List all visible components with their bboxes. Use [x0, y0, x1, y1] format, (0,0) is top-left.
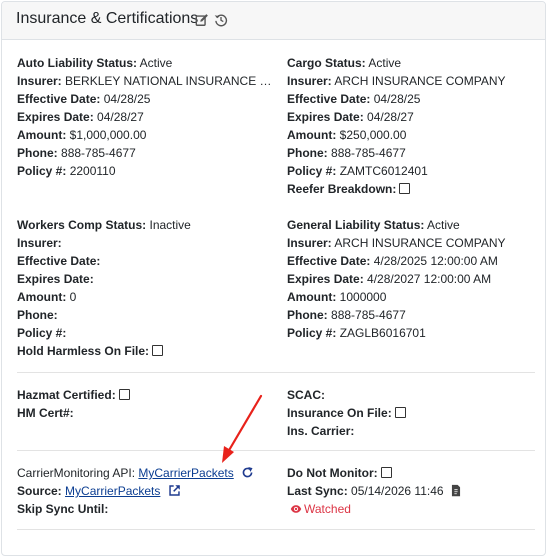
monitoring-section: CarrierMonitoring API: MyCarrierPackets …	[17, 464, 277, 518]
cargo-status-value: Active	[368, 56, 402, 70]
carrier-monitoring-api-row: CarrierMonitoring API: MyCarrierPackets	[17, 464, 277, 482]
workers-comp-section: Workers Comp Status: Inactive Insurer: E…	[17, 216, 277, 360]
auto-expires-value: 04/28/27	[97, 110, 144, 124]
auto-policy-row: Policy #: 2200110	[17, 164, 116, 178]
last-sync-row: Last Sync: 05/14/2026 11:46	[287, 482, 547, 500]
auto-insurer-row: Insurer: BERKLEY NATIONAL INSURANCE CO..…	[17, 72, 277, 90]
section-divider	[17, 450, 535, 451]
carrier-monitoring-api-label: CarrierMonitoring API:	[17, 466, 136, 480]
cargo-amount-row: Amount: $250,000.00	[287, 128, 407, 142]
cargo-phone-value: 888-785-4677	[331, 146, 406, 160]
workers-policy-row: Policy #:	[17, 326, 67, 340]
workers-amount-value: 0	[69, 290, 77, 304]
general-status-row: General Liability Status: Active	[287, 218, 460, 232]
auto-status-value: Active	[139, 56, 173, 70]
workers-effective-row: Effective Date:	[17, 254, 101, 268]
edit-icon[interactable]	[195, 13, 209, 27]
workers-status-value: Inactive	[149, 218, 191, 232]
auto-insurer-value: BERKLEY NATIONAL INSURANCE CO...	[65, 74, 277, 88]
cargo-insurer-value: ARCH INSURANCE COMPANY	[334, 74, 506, 88]
cargo-effective-value: 04/28/25	[373, 92, 421, 106]
hold-harmless-checkbox[interactable]	[152, 345, 164, 356]
document-icon[interactable]	[451, 484, 461, 497]
cargo-policy-value: ZAMTC6012401	[339, 164, 428, 178]
general-effective-value: 4/28/2025 12:00:00 AM	[373, 254, 498, 268]
watched-label: Watched	[304, 502, 351, 516]
cargo-status-row: Cargo Status: Active	[287, 56, 402, 70]
auto-policy-value: 2200110	[69, 164, 116, 178]
auto-effective-value: 04/28/25	[103, 92, 151, 106]
history-icon[interactable]	[214, 13, 228, 27]
auto-amount-row: Amount: $1,000,000.00	[17, 128, 147, 142]
auto-effective-row: Effective Date: 04/28/25	[17, 92, 151, 106]
do-not-monitor-checkbox[interactable]	[380, 467, 392, 478]
general-phone-row: Phone: 888-785-4677	[287, 308, 406, 322]
scac-section: SCAC: Insurance On File: Ins. Carrier:	[287, 386, 547, 440]
cargo-reefer-row: Reefer Breakdown:	[287, 180, 547, 198]
reefer-breakdown-checkbox[interactable]	[399, 183, 411, 194]
cargo-amount-value: $250,000.00	[339, 128, 407, 142]
ins-carrier-row: Ins. Carrier:	[287, 424, 355, 438]
general-effective-row: Effective Date: 4/28/2025 12:00:00 AM	[287, 254, 498, 268]
insurance-on-file-checkbox[interactable]	[394, 407, 406, 418]
general-expires-value: 4/28/2027 12:00:00 AM	[367, 272, 492, 286]
hazmat-certified-row: Hazmat Certified:	[17, 386, 277, 404]
general-expires-row: Expires Date: 4/28/2027 12:00:00 AM	[287, 272, 492, 286]
general-policy-row: Policy #: ZAGLB6016701	[287, 326, 426, 340]
workers-amount-row: Amount: 0	[17, 290, 77, 304]
external-link-icon[interactable]	[168, 484, 181, 497]
do-not-monitor-row: Do Not Monitor:	[287, 464, 547, 482]
hold-harmless-row: Hold Harmless On File:	[17, 342, 277, 360]
last-sync-value: 05/14/2026 11:46	[351, 484, 444, 498]
sync-section: Do Not Monitor: Last Sync: 05/14/2026 11…	[287, 464, 547, 518]
hazmat-section: Hazmat Certified: HM Cert#:	[17, 386, 277, 422]
skip-sync-row: Skip Sync Until:	[17, 502, 109, 516]
eye-icon	[290, 505, 302, 513]
card-title: Insurance & Certifications	[16, 10, 199, 27]
hazmat-certified-checkbox[interactable]	[118, 389, 130, 400]
section-divider	[17, 529, 535, 530]
auto-expires-row: Expires Date: 04/28/27	[17, 110, 144, 124]
cargo-section: Cargo Status: Active Insurer: ARCH INSUR…	[287, 54, 547, 198]
general-insurer-row: Insurer: ARCH INSURANCE COMPANY	[287, 236, 506, 250]
auto-amount-value: $1,000,000.00	[69, 128, 147, 142]
general-status-value: Active	[427, 218, 460, 232]
cargo-effective-row: Effective Date: 04/28/25	[287, 92, 421, 106]
general-liability-section: General Liability Status: Active Insurer…	[287, 216, 547, 342]
general-phone-value: 888-785-4677	[331, 308, 406, 322]
auto-liability-section: Auto Liability Status: Active Insurer: B…	[17, 54, 277, 180]
source-row: Source: MyCarrierPackets	[17, 482, 277, 500]
general-policy-value: ZAGLB6016701	[339, 326, 426, 340]
workers-expires-row: Expires Date:	[17, 272, 94, 286]
cargo-insurer-row: Insurer: ARCH INSURANCE COMPANY	[287, 74, 506, 88]
cargo-expires-value: 04/28/27	[367, 110, 414, 124]
general-insurer-value: ARCH INSURANCE COMPANY	[334, 236, 506, 250]
workers-insurer-row: Insurer:	[17, 236, 62, 250]
cargo-expires-row: Expires Date: 04/28/27	[287, 110, 414, 124]
cargo-phone-row: Phone: 888-785-4677	[287, 146, 406, 160]
carrier-monitoring-api-link[interactable]: MyCarrierPackets	[138, 466, 233, 480]
insurance-on-file-row: Insurance On File:	[287, 404, 547, 422]
section-divider	[17, 372, 535, 373]
cargo-policy-row: Policy #: ZAMTC6012401	[287, 164, 428, 178]
refresh-icon[interactable]	[241, 466, 254, 479]
workers-phone-row: Phone:	[17, 308, 58, 322]
workers-status-row: Workers Comp Status: Inactive	[17, 218, 191, 232]
auto-phone-row: Phone: 888-785-4677	[17, 146, 136, 160]
general-amount-value: 1000000	[339, 290, 387, 304]
card-header: Insurance & Certifications	[2, 2, 545, 40]
general-amount-row: Amount: 1000000	[287, 290, 387, 304]
auto-phone-value: 888-785-4677	[61, 146, 136, 160]
watched-status: Watched	[287, 500, 547, 518]
source-link[interactable]: MyCarrierPackets	[65, 484, 160, 498]
insurance-certifications-card: Insurance & Certifications Auto Liabilit…	[1, 1, 546, 556]
scac-row: SCAC:	[287, 388, 325, 402]
auto-status-row: Auto Liability Status: Active	[17, 56, 173, 70]
hm-cert-row: HM Cert#:	[17, 406, 74, 420]
